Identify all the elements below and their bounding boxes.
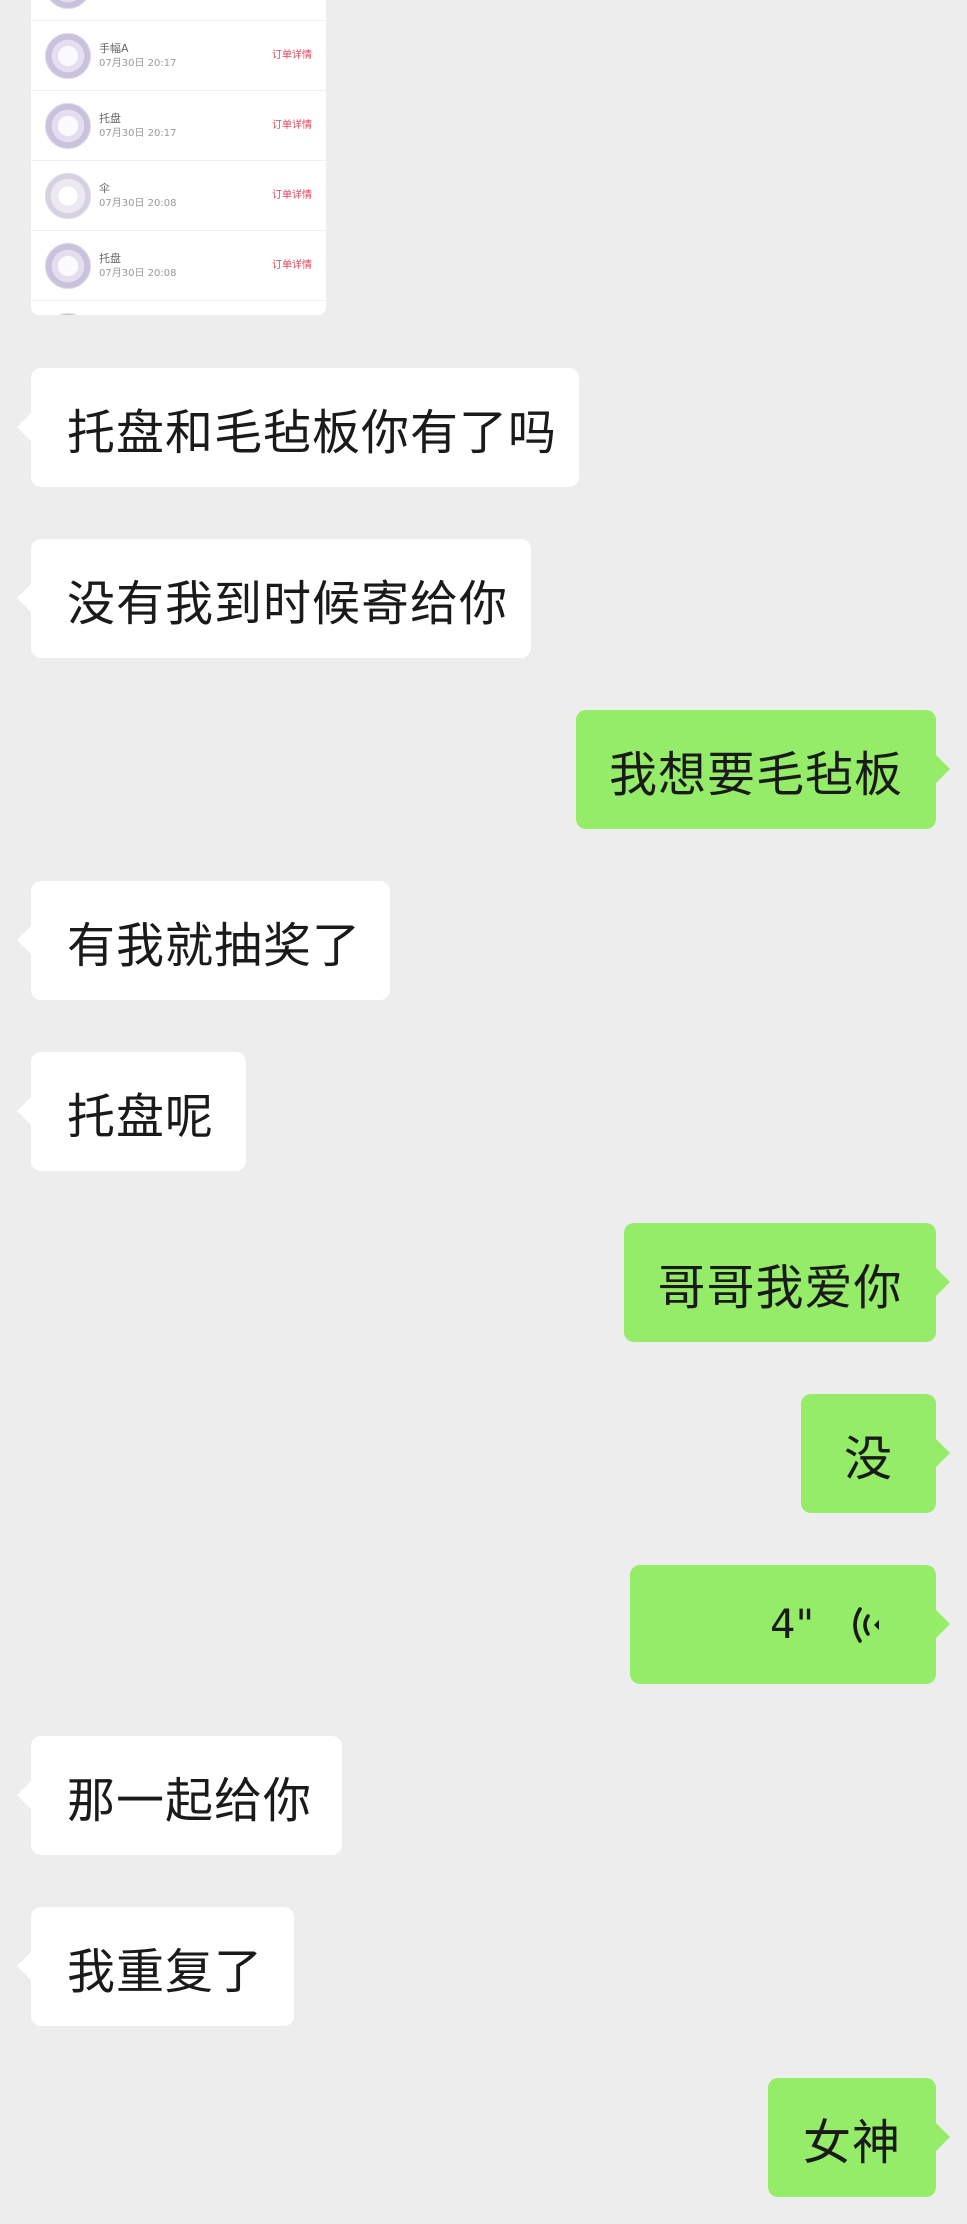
order-item-name: 托盘 bbox=[99, 112, 121, 125]
message-text: 女神 bbox=[802, 2114, 901, 2171]
product-thumbnail-icon bbox=[45, 173, 91, 219]
message-bubble-incoming[interactable]: 托盘和毛毡板你有了吗 bbox=[17, 368, 579, 487]
message-text: 托盘和毛毡板你有了吗 bbox=[67, 404, 558, 461]
order-row-partial-top bbox=[31, 0, 326, 21]
order-list-card: 手幅A 07月30日 20:17 订单详情 托盘 07月30日 20:17 订单… bbox=[31, 0, 326, 315]
order-detail-link[interactable]: 订单详情 bbox=[272, 120, 312, 132]
message-text: 我想要毛毡板 bbox=[608, 746, 903, 803]
product-thumbnail-icon bbox=[45, 33, 91, 79]
message-text: 我重复了 bbox=[67, 1943, 264, 2000]
voice-wave-icon bbox=[853, 1607, 879, 1643]
message-bubble-incoming[interactable]: 托盘呢 bbox=[17, 1052, 246, 1171]
message-bubble-outgoing[interactable]: 女神 bbox=[768, 2078, 950, 2197]
message-bubble-incoming[interactable]: 有我就抽奖了 bbox=[17, 881, 390, 1000]
order-item-time: 07月30日 20:17 bbox=[99, 128, 177, 139]
order-row[interactable]: 手幅A 07月30日 20:17 订单详情 bbox=[31, 20, 326, 91]
message-bubble-incoming[interactable]: 我重复了 bbox=[17, 1907, 294, 2026]
order-row-partial-bottom bbox=[31, 300, 326, 315]
product-thumbnail-icon bbox=[45, 0, 91, 9]
order-row[interactable]: 伞 07月30日 20:08 订单详情 bbox=[31, 160, 326, 231]
order-item-name: 伞 bbox=[99, 182, 110, 195]
order-item-name: 托盘 bbox=[99, 252, 121, 265]
order-detail-link[interactable]: 订单详情 bbox=[272, 260, 312, 272]
order-row[interactable]: 托盘 07月30日 20:08 订单详情 bbox=[31, 230, 326, 301]
message-bubble-incoming[interactable]: 没有我到时候寄给你 bbox=[17, 539, 531, 658]
message-bubble-outgoing[interactable]: 哥哥我爱你 bbox=[624, 1223, 950, 1342]
message-bubble-outgoing[interactable]: 我想要毛毡板 bbox=[576, 710, 950, 829]
message-text: 托盘呢 bbox=[67, 1088, 215, 1145]
order-item-name: 手幅A bbox=[99, 42, 129, 55]
order-row[interactable]: 托盘 07月30日 20:17 订单详情 bbox=[31, 90, 326, 161]
message-bubble-incoming[interactable]: 那一起给你 bbox=[17, 1736, 342, 1855]
message-text: 那一起给你 bbox=[67, 1772, 313, 1829]
order-item-time: 07月30日 20:08 bbox=[99, 198, 177, 209]
message-text: 哥哥我爱你 bbox=[657, 1259, 903, 1316]
order-detail-link[interactable]: 订单详情 bbox=[272, 190, 312, 202]
order-item-time: 07月30日 20:08 bbox=[99, 268, 177, 279]
message-text: 没 bbox=[843, 1430, 893, 1487]
product-thumbnail-icon bbox=[45, 243, 91, 289]
order-item-time: 07月30日 20:17 bbox=[99, 58, 177, 69]
product-thumbnail-icon bbox=[45, 103, 91, 149]
voice-message-bubble[interactable]: 4" bbox=[630, 1565, 950, 1684]
product-thumbnail-icon bbox=[45, 313, 91, 315]
message-text: 没有我到时候寄给你 bbox=[67, 575, 509, 632]
order-detail-link[interactable]: 订单详情 bbox=[272, 50, 312, 62]
message-bubble-outgoing[interactable]: 没 bbox=[801, 1394, 950, 1513]
message-text: 有我就抽奖了 bbox=[67, 917, 362, 974]
voice-duration: 4" bbox=[770, 1601, 814, 1648]
